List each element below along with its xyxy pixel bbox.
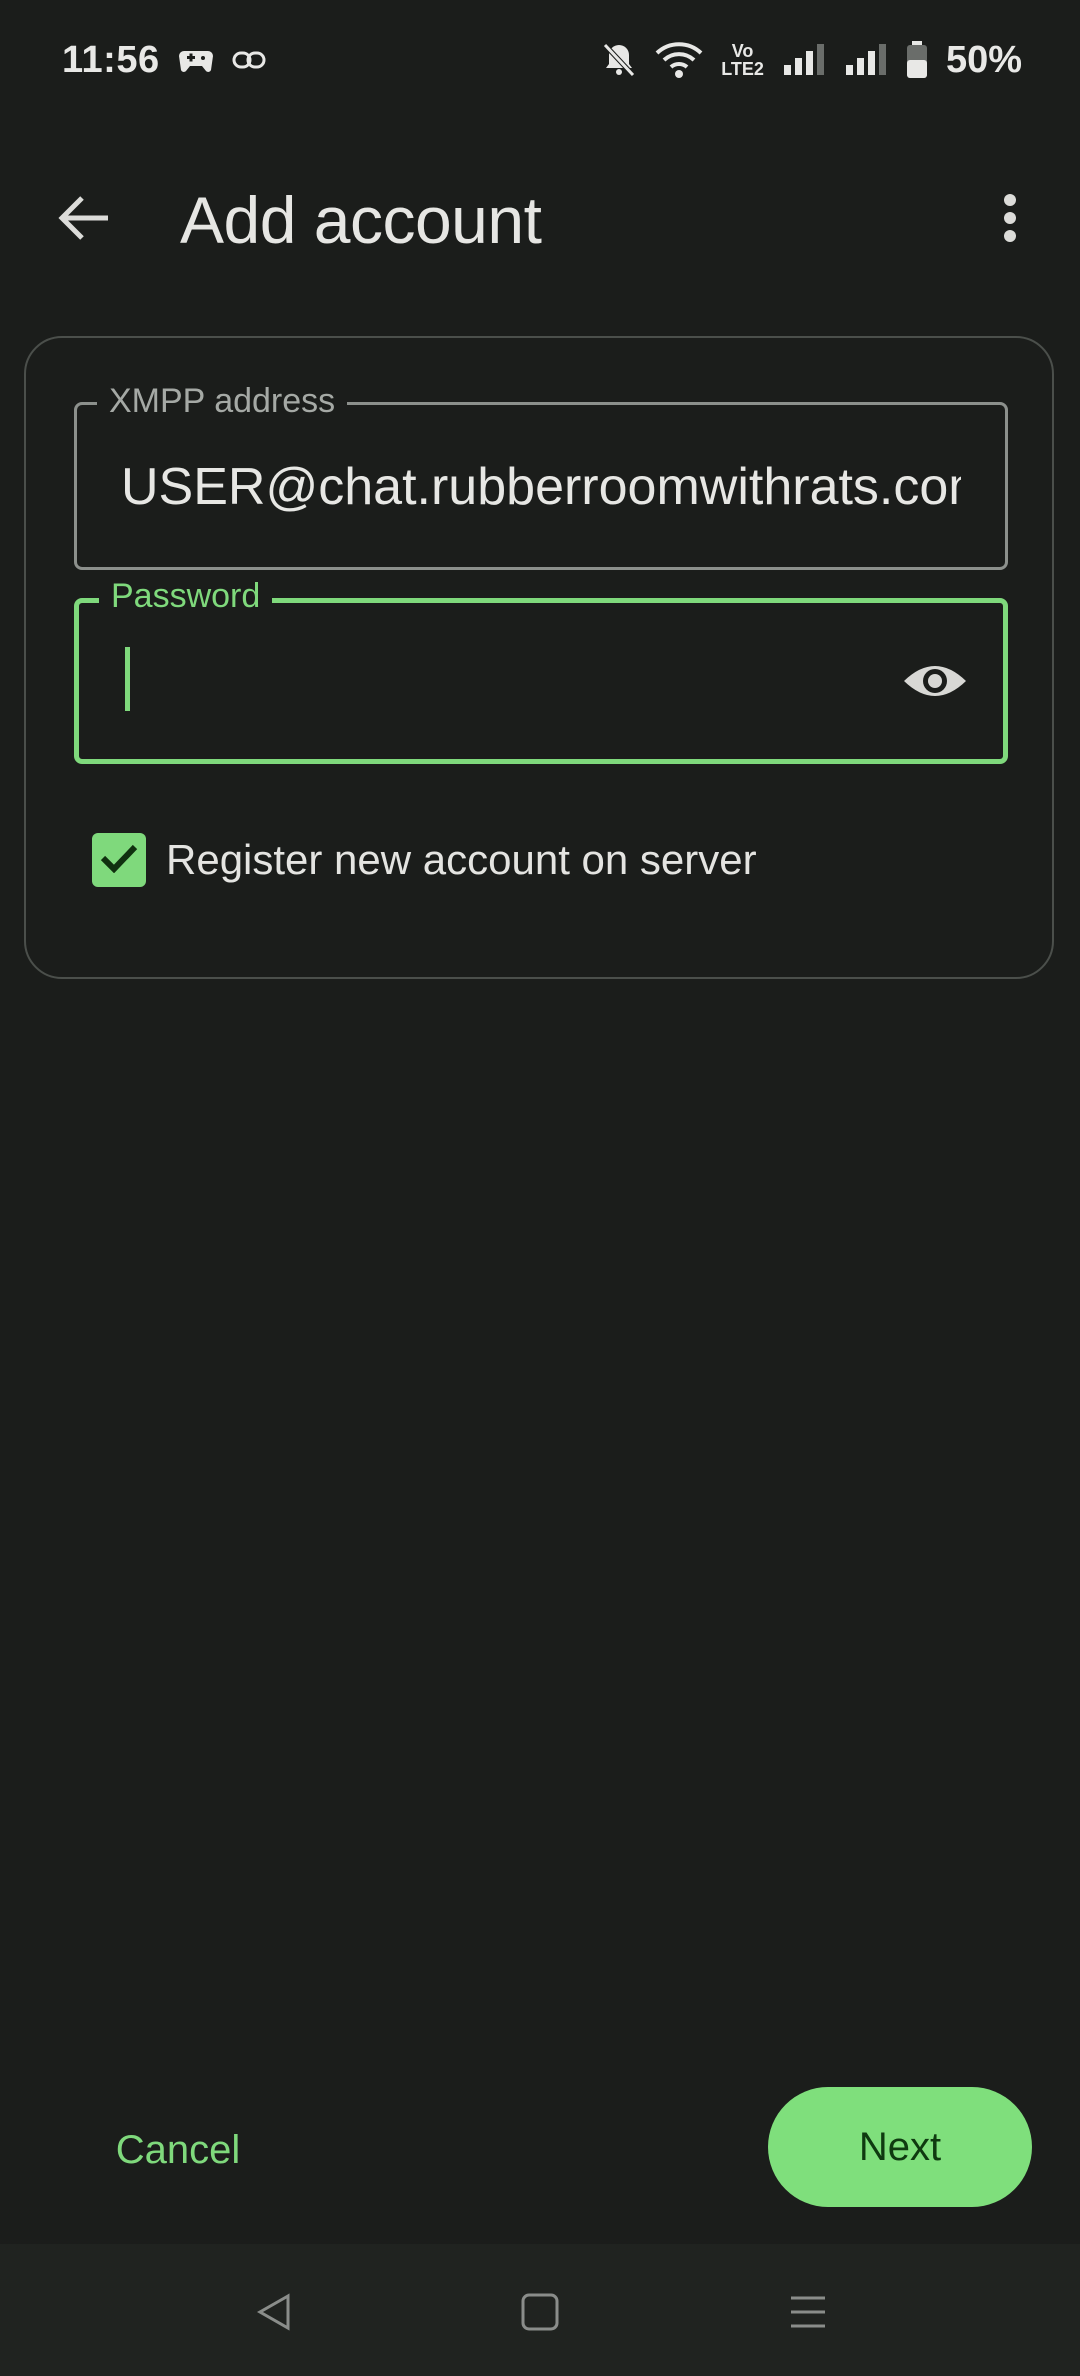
eye-icon (902, 659, 968, 708)
signal-icon-2 (844, 43, 888, 77)
volte-icon: Vo LTE2 (721, 42, 764, 78)
status-left: 11:56 (62, 39, 266, 82)
volte-top-label: Vo (731, 41, 754, 61)
wifi-icon (655, 41, 703, 79)
more-vert-icon (1003, 193, 1017, 248)
status-bar: 11:56 Vo LTE2 50% (0, 0, 1080, 120)
signal-icon (782, 43, 826, 77)
status-right: Vo LTE2 50% (601, 39, 1022, 82)
nav-back-button[interactable] (234, 2274, 314, 2354)
next-button[interactable]: Next (768, 2087, 1032, 2207)
app-bar: Add account (0, 150, 1080, 290)
system-navigation-bar (0, 2244, 1080, 2376)
link-icon (232, 50, 266, 70)
menu-lines-icon (788, 2292, 828, 2337)
nav-home-button[interactable] (500, 2274, 580, 2354)
triangle-back-icon (254, 2292, 294, 2337)
register-account-label: Register new account on server (166, 836, 757, 883)
toggle-password-visibility-button[interactable] (897, 645, 973, 721)
password-label: Password (99, 576, 273, 616)
register-account-row[interactable]: Register new account on server (92, 832, 757, 888)
xmpp-address-label: XMPP address (97, 381, 348, 421)
check-icon (100, 843, 138, 878)
square-home-icon (520, 2292, 560, 2337)
status-time: 11:56 (62, 38, 160, 81)
arrow-back-icon (58, 195, 110, 246)
register-account-checkbox[interactable] (92, 833, 146, 887)
game-controller-icon (178, 45, 214, 75)
overflow-menu-button[interactable] (970, 180, 1050, 260)
battery-percent: 50% (945, 38, 1022, 81)
volte-bottom-label: LTE2 (721, 59, 764, 79)
page-title: Add account (180, 183, 542, 257)
nav-recents-button[interactable] (768, 2274, 848, 2354)
bell-muted-icon (601, 41, 637, 79)
password-field[interactable]: Password (74, 576, 1008, 764)
account-form-card: XMPP address USER@chat.rubberroomwithrat… (24, 336, 1054, 979)
battery-icon (906, 41, 928, 79)
text-cursor (125, 647, 130, 711)
xmpp-address-input[interactable]: USER@chat.rubberroomwithrats.com (121, 457, 961, 517)
back-button[interactable] (44, 180, 124, 260)
xmpp-address-field[interactable]: XMPP address USER@chat.rubberroomwithrat… (74, 381, 1008, 570)
cancel-button[interactable]: Cancel (88, 2090, 268, 2210)
